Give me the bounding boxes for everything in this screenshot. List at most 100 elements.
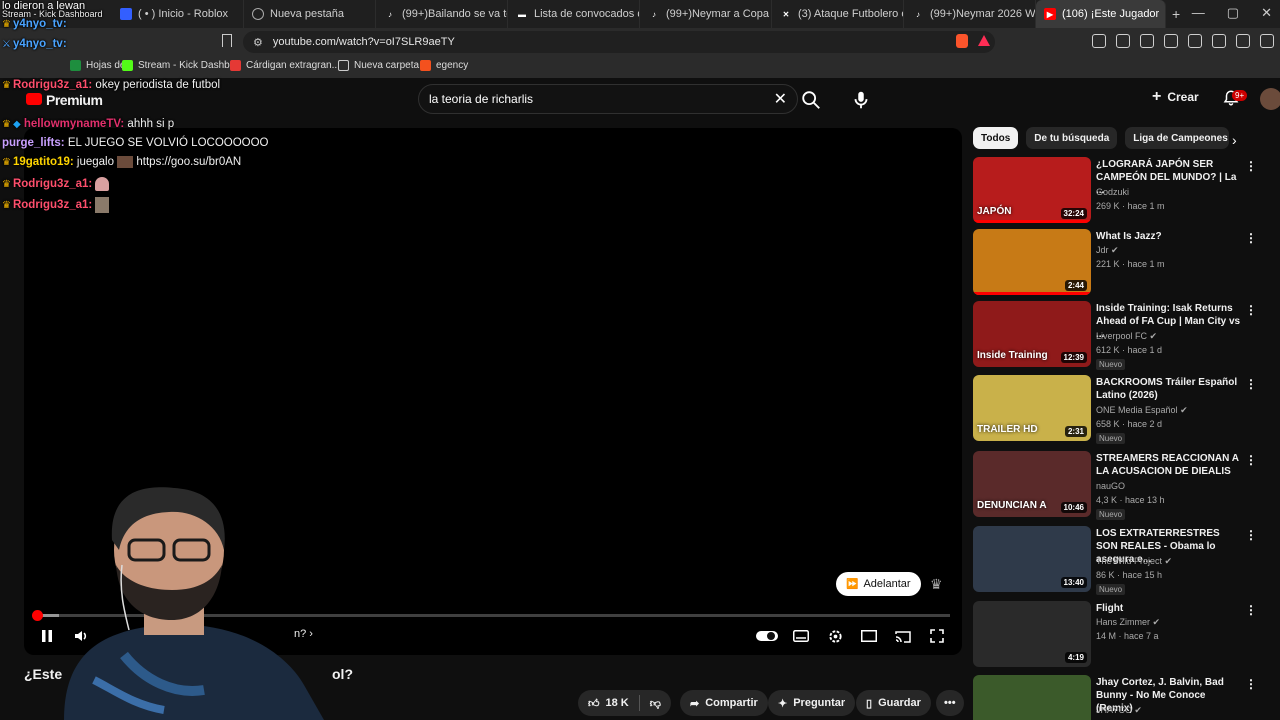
video-thumbnail[interactable]: Inside Training 12:39 (973, 301, 1091, 367)
channel-name[interactable]: Hans Zimmer ✔ (1096, 617, 1160, 628)
recommended-video[interactable]: 13:40 LOS EXTRATERRESTRES SON REALES - Ob… (973, 526, 1263, 595)
extension-icon[interactable] (1236, 34, 1250, 48)
minimize-icon[interactable]: — (1192, 5, 1205, 21)
tab-new[interactable]: Nueva pestaña (244, 0, 376, 28)
more-vert-icon[interactable]: ⋮ (1245, 159, 1257, 173)
search-input[interactable]: la teoria de richarlis ✕ (418, 84, 798, 114)
video-thumbnail[interactable]: TRAILER HD 2:31 (973, 375, 1091, 441)
fullscreen-icon[interactable] (926, 625, 948, 647)
extension-icon[interactable] (1092, 34, 1106, 48)
channel-name[interactable]: Liverpool FC ✔ (1096, 331, 1157, 342)
video-title[interactable]: What Is Jazz? (1096, 230, 1241, 243)
settings-gear-icon[interactable] (824, 625, 846, 647)
recommended-video[interactable]: 4:19 Flight Hans Zimmer ✔ 14 M · hace 7 a ⋮ (973, 601, 1263, 669)
more-vert-icon[interactable]: ⋮ (1245, 377, 1257, 391)
more-vert-icon[interactable]: ⋮ (1245, 603, 1257, 617)
channel-name[interactable]: JHAYCO ✔ (1096, 705, 1142, 716)
more-actions-button[interactable]: ••• (936, 690, 964, 716)
channel-name[interactable]: Godzuki (1096, 187, 1129, 197)
thumbnail-text: JAPÓN (977, 206, 1012, 217)
tab-tiktok-2[interactable]: ♪ (99+)Neymar a Copa do (640, 0, 772, 28)
clear-search-icon[interactable]: ✕ (774, 89, 787, 109)
thumbs-down-icon[interactable]: 👎︎ (650, 697, 661, 710)
recommended-video[interactable]: TRAILER HD 2:31 BACKROOMS Tráiler Español … (973, 375, 1263, 444)
bookmark-item[interactable]: egency (420, 60, 468, 71)
video-thumbnail[interactable]: 4:19 (973, 601, 1091, 667)
subtitles-icon[interactable] (790, 625, 812, 647)
microphone-icon[interactable] (850, 89, 872, 111)
recommended-video[interactable]: DENUNCIAN A 10:46 STREAMERS REACCIONAN A L… (973, 451, 1263, 520)
extension-icon[interactable] (1116, 34, 1130, 48)
video-thumbnail[interactable] (973, 675, 1091, 720)
url-field[interactable]: ⚙ youtube.com/watch?v=oI7SLR9aeTY (243, 31, 995, 53)
channel-name[interactable]: nauGO (1096, 481, 1125, 491)
search-icon[interactable] (800, 89, 822, 111)
recommended-video[interactable]: 2:44 What Is Jazz? Jdr ✔ 221 K · hace 1 m ⋮ (973, 229, 1263, 297)
more-vert-icon[interactable]: ⋮ (1245, 231, 1257, 245)
tab-x[interactable]: ✕ (3) Ataque Futbolero en X (772, 0, 904, 28)
create-button[interactable]: + Crear (1152, 88, 1199, 106)
close-icon[interactable]: ✕ (1165, 7, 1166, 21)
video-title[interactable]: STREAMERS REACCIONAN A LA ACUSACION DE D… (1096, 452, 1241, 478)
new-tab-button[interactable]: + (1172, 6, 1180, 22)
tab-label: (106) ¡Este Jugador (1062, 8, 1160, 20)
video-title[interactable]: BACKROOMS Tráiler Español Latino (2026) (1096, 376, 1241, 402)
skip-ahead-button[interactable]: ⏩ Adelantar (836, 572, 921, 596)
chevron-right-icon[interactable]: › (1232, 132, 1237, 148)
brave-shield-icon[interactable] (956, 34, 968, 48)
youtube-logo-icon[interactable] (26, 93, 42, 105)
extension-icon[interactable] (1140, 34, 1154, 48)
chip-champions[interactable]: Liga de Campeones d (1125, 127, 1230, 149)
channel-name[interactable]: ONE Media Español ✔ (1096, 405, 1188, 416)
recommended-video[interactable]: Jhay Cortez, J. Balvin, Bad Bunny - No M… (973, 675, 1263, 720)
autoplay-toggle[interactable] (756, 625, 778, 647)
tab-roblox[interactable]: ( • ) Inicio - Roblox (112, 0, 244, 28)
channel-name[interactable]: Jdr ✔ (1096, 245, 1119, 256)
recommended-video[interactable]: Inside Training 12:39 Inside Training: Isa… (973, 301, 1263, 370)
tab-label: (99+)Bailando se va todo el (402, 8, 507, 20)
close-window-icon[interactable]: ✕ (1261, 5, 1272, 21)
chip-related[interactable]: De tu búsqueda (1026, 127, 1118, 149)
theater-mode-icon[interactable] (858, 625, 880, 647)
crown-icon: ♛ (930, 576, 943, 592)
share-button[interactable]: ➦ Compartir (680, 690, 768, 716)
tab-youtube-active[interactable]: ▶ (106) ¡Este Jugador ✕ (1036, 0, 1166, 28)
more-vert-icon[interactable]: ⋮ (1245, 453, 1257, 467)
video-thumbnail[interactable]: 2:44 (973, 229, 1091, 295)
avatar[interactable] (1260, 88, 1280, 110)
crown-badge-icon: ♛ (2, 80, 11, 91)
more-vert-icon[interactable]: ⋮ (1245, 303, 1257, 317)
save-button[interactable]: ▯ Guardar (856, 690, 931, 716)
video-thumbnail[interactable]: JAPÓN 32:24 (973, 157, 1091, 223)
ask-button[interactable]: ✦ Preguntar (768, 690, 856, 716)
verified-icon: ✔ (1111, 245, 1119, 255)
video-title[interactable]: Flight (1096, 602, 1241, 615)
extension-icon[interactable] (1164, 34, 1178, 48)
video-thumbnail[interactable]: DENUNCIAN A 10:46 (973, 451, 1091, 517)
rewards-icon[interactable] (978, 35, 990, 46)
extension-icon[interactable] (1188, 34, 1202, 48)
more-vert-icon[interactable]: ⋮ (1245, 528, 1257, 542)
tab-tiktok-1[interactable]: ♪ (99+)Bailando se va todo el (376, 0, 508, 28)
like-button[interactable]: 👍︎ 18 K 👎︎ (578, 690, 671, 716)
tab-tiktok-3[interactable]: ♪ (99+)Neymar 2026 World (904, 0, 1036, 28)
more-vert-icon[interactable]: ⋮ (1245, 677, 1257, 691)
recommended-video[interactable]: JAPÓN 32:24 ¿LOGRARÁ JAPÓN SER CAMPEÓN DEL… (973, 157, 1263, 225)
sheets-icon (70, 60, 81, 71)
newtab-icon (252, 8, 264, 20)
chip-todos[interactable]: Todos (973, 127, 1019, 149)
video-thumbnail[interactable]: 13:40 (973, 526, 1091, 592)
youtube-logo-text[interactable]: Premium (46, 92, 103, 108)
site-info-icon[interactable]: ⚙ (253, 36, 263, 49)
bookmark-item[interactable]: Cárdigan extragran... (230, 60, 340, 71)
chat-link[interactable]: https://goo.su/br0AN (136, 156, 241, 168)
cast-icon[interactable] (892, 625, 914, 647)
bookmark-folder[interactable]: Nueva carpeta (338, 60, 419, 71)
maximize-icon[interactable]: ▢ (1227, 5, 1239, 21)
tab-convocados[interactable]: ▬ Lista de convocados de Br (508, 0, 640, 28)
channel-name[interactable]: The Wild Project ✔ (1096, 556, 1172, 567)
extension-icon[interactable] (1212, 34, 1226, 48)
bookmark-star-icon[interactable] (222, 34, 232, 47)
extension-icon[interactable] (1260, 34, 1274, 48)
bookmark-item[interactable]: Stream - Kick Dashb... (122, 60, 238, 71)
